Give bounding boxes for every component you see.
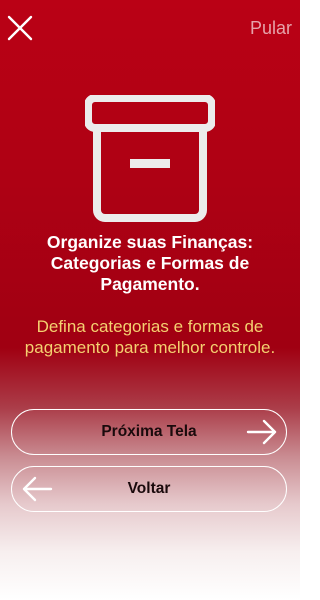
arrow-left-icon	[21, 476, 53, 502]
next-screen-label: Próxima Tela	[101, 423, 197, 440]
close-icon	[7, 15, 33, 41]
back-label: Voltar	[127, 480, 171, 497]
close-button[interactable]	[6, 14, 34, 42]
page-subtitle: Defina categorias e formas de pagamento …	[24, 317, 276, 357]
page-title: Organize suas Finanças: Categorias e For…	[46, 232, 254, 294]
next-screen-button[interactable]: Próxima Tela	[11, 409, 287, 455]
back-button[interactable]: Voltar	[11, 466, 287, 512]
arrow-right-icon	[246, 419, 278, 445]
skip-link[interactable]: Pular	[250, 18, 292, 39]
archive-box-icon	[85, 95, 215, 225]
onboarding-screen: Pular Organize suas Finanças: Categorias…	[0, 0, 300, 600]
